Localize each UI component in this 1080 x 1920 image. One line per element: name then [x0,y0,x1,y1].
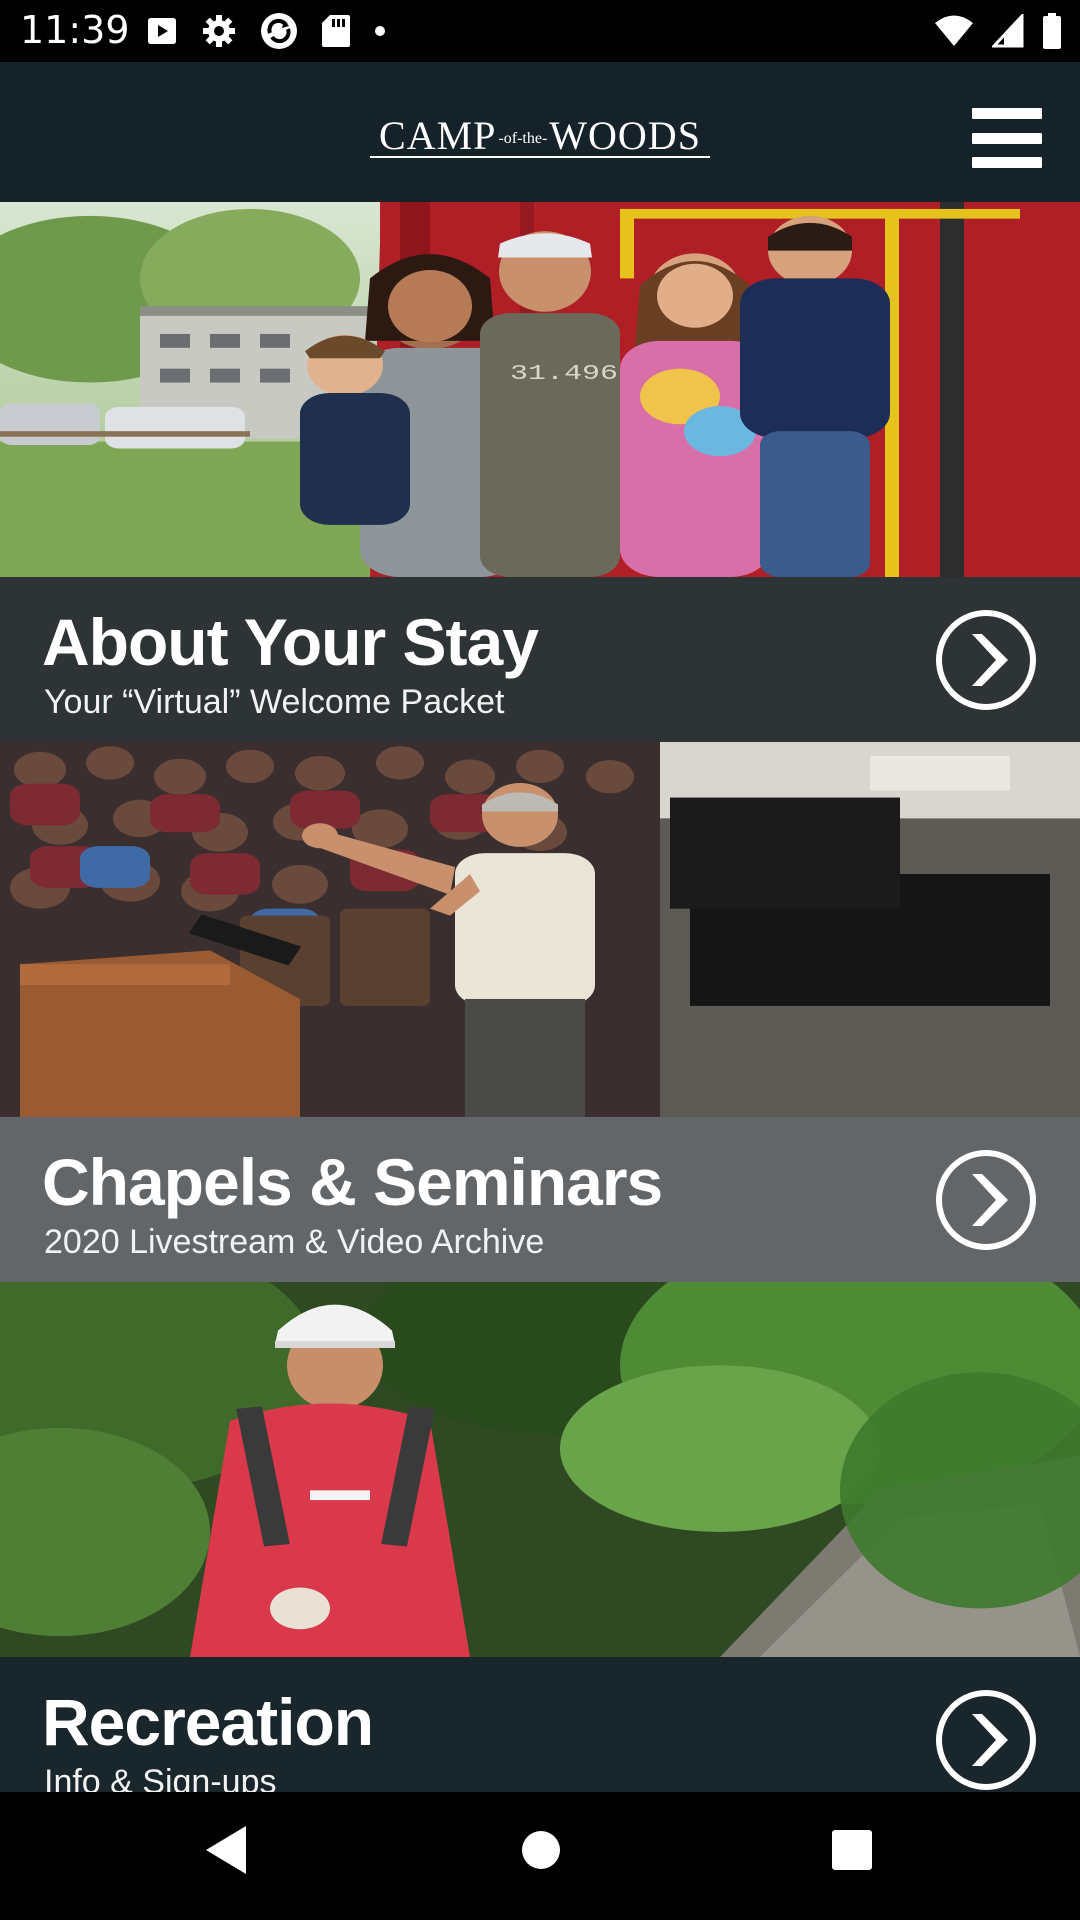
status-time: 11:39 [20,8,130,52]
logo-text-woods: WOODS [549,113,701,158]
sync-icon [261,13,297,49]
logo-text-of-the: -of-the- [498,130,548,147]
play-store-icon [148,18,176,44]
card-recreation[interactable]: Recreation Info & Sign-ups [0,1282,1080,1792]
system-nav-bar [0,1792,1080,1920]
card-title: Recreation [42,1685,374,1759]
card-about-your-stay[interactable]: 31.496 About Your Stay Your “Virtual” We… [0,202,1080,742]
back-triangle-icon[interactable] [202,1822,250,1878]
app-header: CAMP -of-the- WOODS [0,62,1080,202]
card-subtitle: 2020 Livestream & Video Archive [44,1223,545,1261]
card-title: About Your Stay [42,605,539,679]
recents-square-icon[interactable] [828,1822,876,1878]
status-bar: 11:39 [0,0,1080,62]
chapel-speaker-photo [0,742,1080,1117]
notification-dot-icon [375,26,385,36]
battery-icon [1043,13,1061,49]
card-subtitle: Info & Sign-ups [44,1763,277,1792]
camp-of-the-woods-logo[interactable]: CAMP -of-the- WOODS [370,110,710,158]
family-photo: 31.496 [0,202,1080,577]
logo-text-camp: CAMP [379,113,497,158]
climber-photo [0,1282,1080,1657]
card-subtitle: Your “Virtual” Welcome Packet [44,683,505,721]
chevron-right-circle-icon[interactable] [934,1148,1038,1252]
card-chapels-seminars[interactable]: Chapels & Seminars 2020 Livestream & Vid… [0,742,1080,1282]
settings-gear-icon [203,15,235,47]
hamburger-menu-icon[interactable] [972,108,1042,168]
home-circle-icon[interactable] [514,1822,568,1878]
svg-text:31.496: 31.496 [510,362,618,385]
cellular-signal-icon [992,14,1024,48]
wifi-icon [935,15,973,46]
chevron-right-circle-icon[interactable] [934,608,1038,712]
sd-card-icon [322,15,350,47]
card-title: Chapels & Seminars [42,1145,663,1219]
chevron-right-circle-icon[interactable] [934,1688,1038,1792]
